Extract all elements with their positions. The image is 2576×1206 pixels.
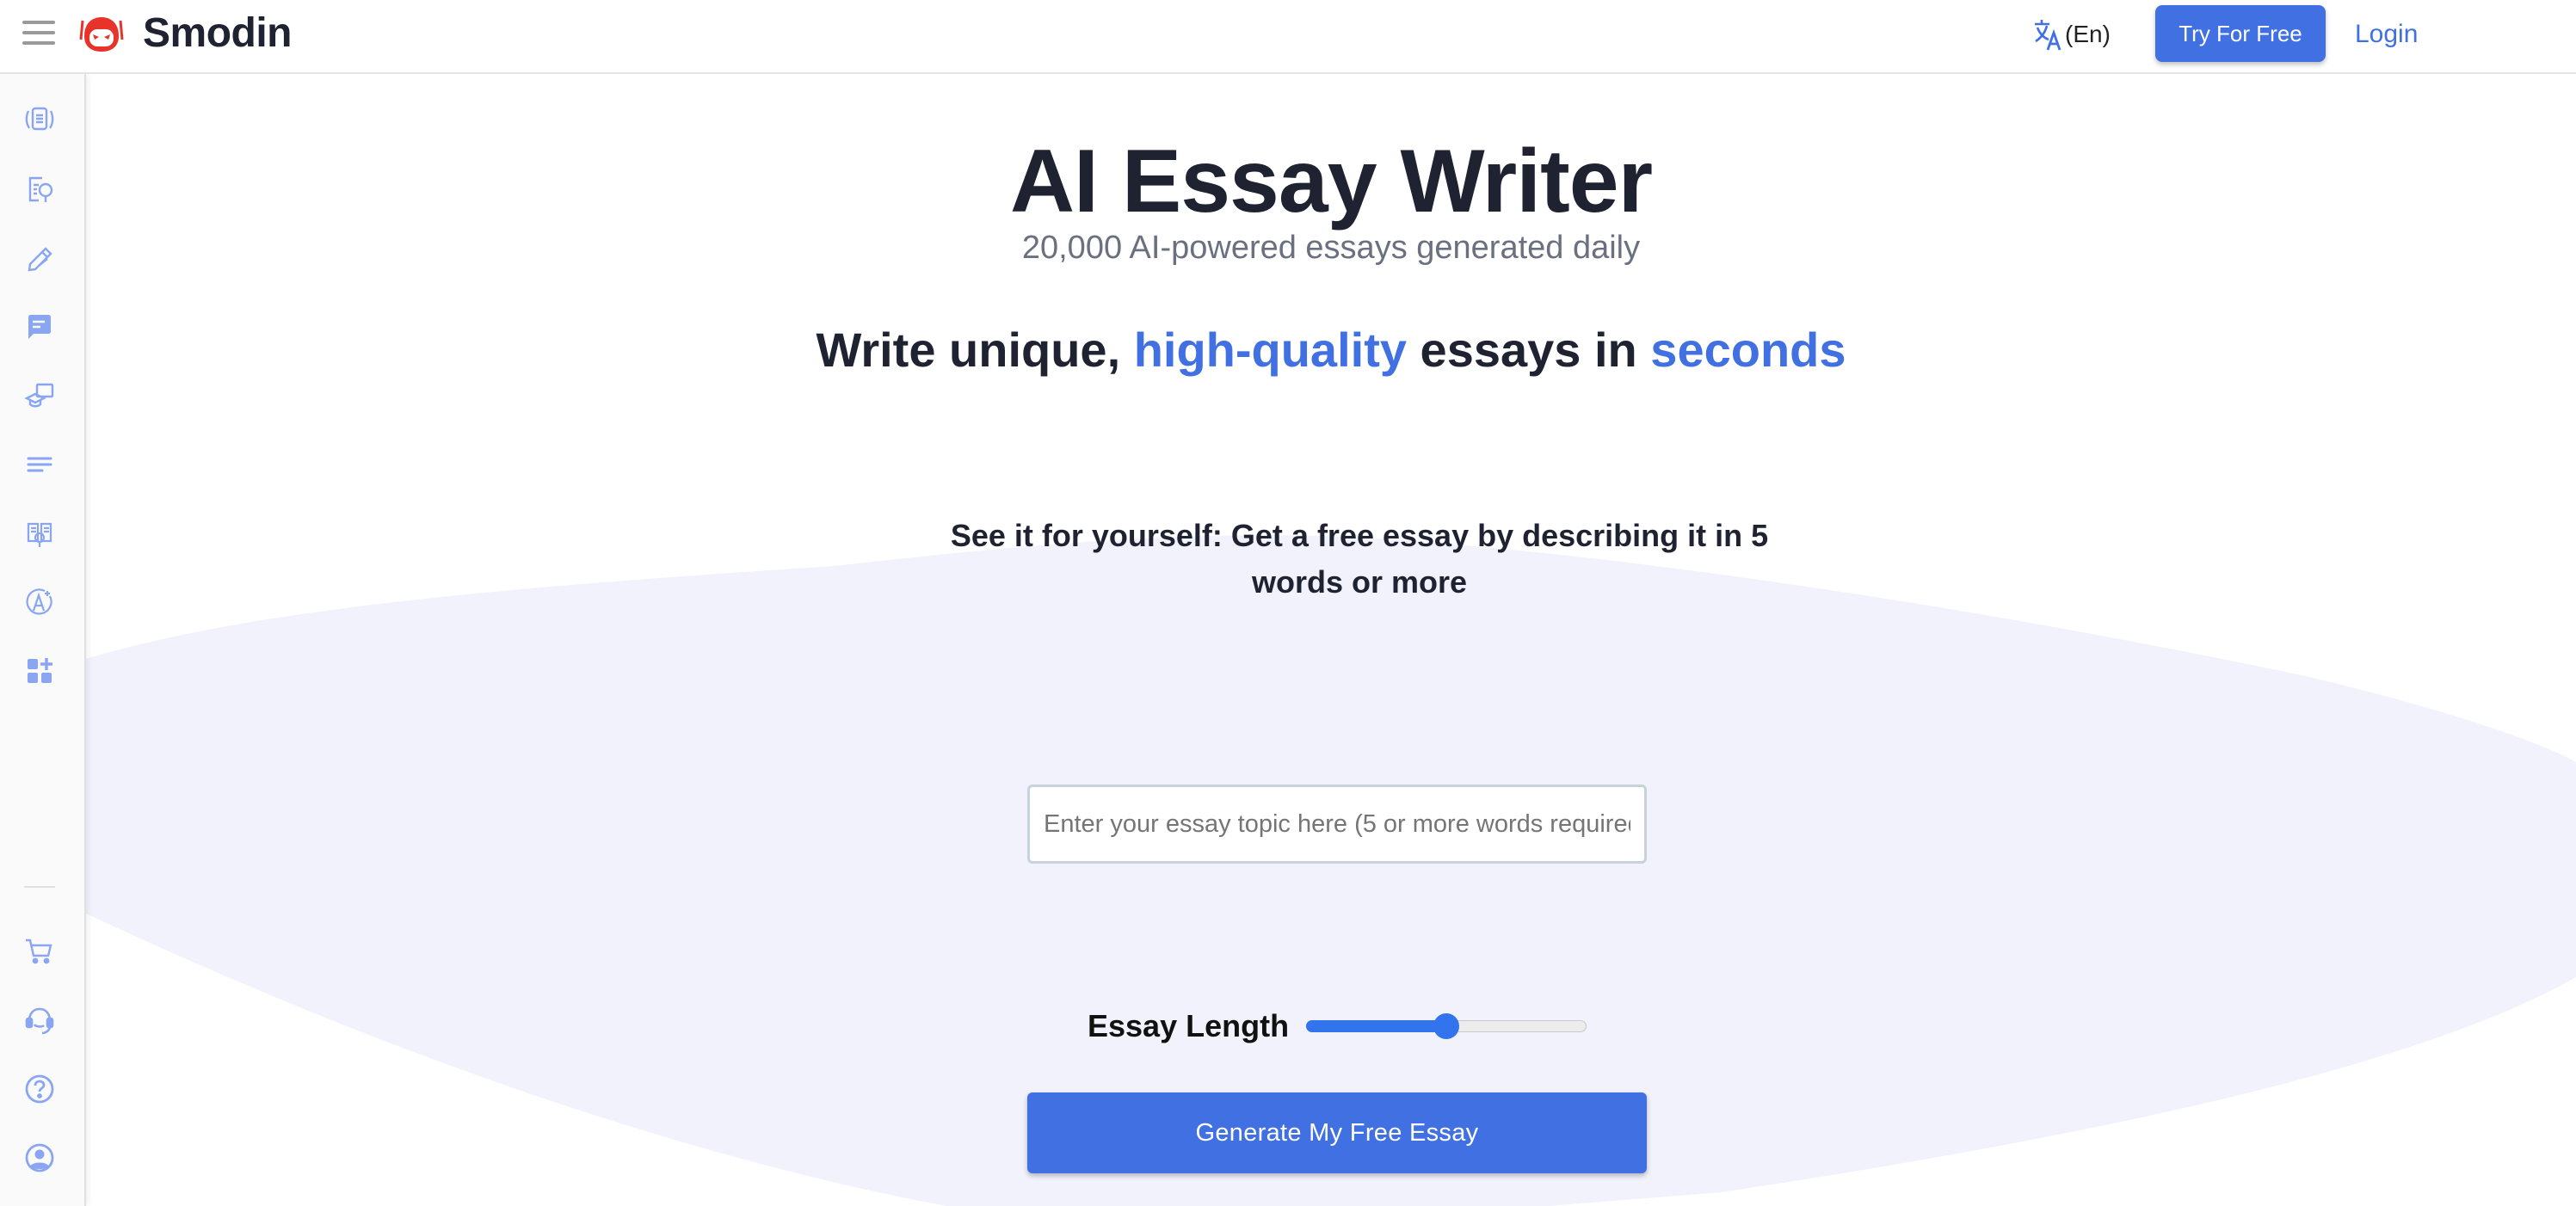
tagline-text: essays in: [1406, 323, 1651, 377]
cart-icon: [26, 938, 52, 964]
sidebar-item-education[interactable]: [21, 377, 59, 415]
text-lines-icon: [27, 457, 52, 472]
menu-icon[interactable]: [22, 21, 55, 46]
book-research-icon: [27, 522, 52, 547]
page-subtitle: 20,000 AI-powered essays generated daily: [1021, 230, 1641, 266]
help-icon: [25, 1074, 54, 1104]
sidebar-item-cart[interactable]: [21, 932, 59, 970]
sidebar-item-chat[interactable]: [21, 308, 59, 346]
pencil-icon: [28, 247, 52, 272]
language-label: (En): [2065, 21, 2111, 47]
sidebar-item-plagiarism-checker[interactable]: [21, 170, 59, 208]
page-title: AI Essay Writer: [1009, 132, 1653, 231]
sidebar-item-grader[interactable]: [21, 583, 59, 621]
sidebar-item-help[interactable]: [21, 1070, 59, 1108]
chat-icon: [28, 315, 51, 339]
account-icon: [25, 1143, 54, 1172]
tagline-highlight-quality: high-quality: [1133, 323, 1407, 377]
language-selector[interactable]: (En): [2032, 15, 2111, 53]
slider-thumb[interactable]: [1433, 1013, 1459, 1039]
generate-essay-button[interactable]: Generate My Free Essay: [1027, 1092, 1647, 1173]
essay-length-slider[interactable]: [1306, 1013, 1587, 1039]
sidebar-item-rewriter[interactable]: [21, 102, 59, 139]
essay-topic-input[interactable]: [1027, 785, 1647, 864]
sidebar-item-research[interactable]: [21, 514, 59, 552]
sidebar-item-more-apps[interactable]: [21, 652, 59, 690]
sidebar-item-support[interactable]: [21, 1001, 59, 1039]
apps-add-icon: [28, 658, 52, 683]
document-search-icon: [28, 176, 53, 202]
tagline-text: Write unique,: [816, 323, 1134, 377]
sidebar-item-account[interactable]: [21, 1139, 59, 1177]
document-rewrite-icon: [25, 107, 54, 131]
smodin-logo-icon: [79, 17, 124, 52]
translate-icon: [2035, 20, 2061, 51]
sidebar-divider: [24, 886, 55, 888]
support-headset-icon: [25, 1007, 54, 1035]
graduation-board-icon: [24, 383, 54, 408]
tagline: Write unique, high-quality essays in sec…: [86, 318, 2576, 382]
sidebar-item-writer[interactable]: [21, 239, 59, 277]
login-link[interactable]: Login: [2355, 15, 2418, 53]
grade-a-plus-icon: [26, 588, 52, 615]
sidebar-item-summarizer[interactable]: [21, 446, 59, 483]
sidebar: [0, 74, 86, 1206]
try-for-free-button[interactable]: Try For Free: [2155, 5, 2326, 62]
main-content: AI Essay Writer 20,000 AI-powered essays…: [86, 74, 2576, 1206]
tagline-highlight-seconds: seconds: [1650, 323, 1846, 377]
essay-length-label: Essay Length: [1088, 1008, 1290, 1043]
brand-name[interactable]: Smodin: [143, 7, 293, 60]
slider-fill: [1306, 1020, 1446, 1032]
cta-instructions: See it for yourself: Get a free essay by…: [950, 518, 1769, 600]
top-navigation-bar: Smodin (En) Try For Free Login: [0, 0, 2576, 74]
